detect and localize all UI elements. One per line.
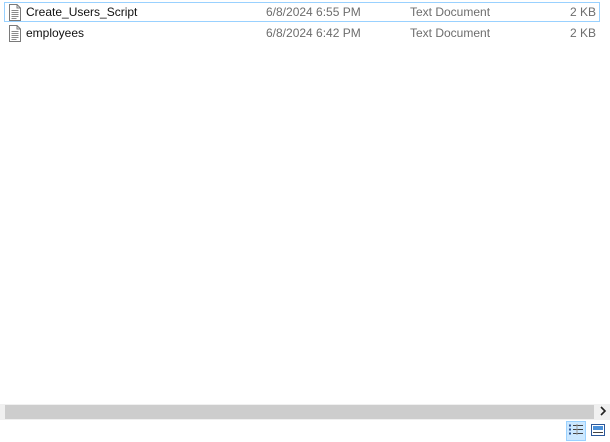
file-date-modified: 6/8/2024 6:55 PM (266, 5, 361, 19)
chevron-right-icon (599, 405, 607, 419)
file-row-employees[interactable]: employees 6/8/2024 6:42 PM Text Document… (4, 23, 600, 43)
text-document-icon (8, 4, 22, 21)
details-view-icon (568, 423, 584, 440)
file-date-modified: 6/8/2024 6:42 PM (266, 26, 361, 40)
status-bar (0, 420, 610, 442)
file-type: Text Document (410, 5, 491, 19)
large-icons-view-button[interactable] (588, 421, 608, 441)
horizontal-scrollbar[interactable] (0, 404, 610, 420)
text-document-icon (8, 25, 22, 42)
file-size: 2 KB (569, 26, 596, 40)
file-list: Create_Users_Script 6/8/2024 6:55 PM Tex… (0, 0, 600, 400)
scroll-right-button[interactable] (596, 404, 610, 420)
file-size: 2 KB (569, 5, 596, 19)
file-type: Text Document (410, 26, 491, 40)
scrollbar-thumb[interactable] (5, 405, 594, 419)
file-row-create-users-script[interactable]: Create_Users_Script 6/8/2024 6:55 PM Tex… (4, 2, 600, 22)
large-icons-view-icon (590, 423, 606, 440)
file-name[interactable]: Create_Users_Script (26, 5, 137, 19)
details-view-button[interactable] (566, 421, 586, 441)
file-name[interactable]: employees (26, 26, 84, 40)
